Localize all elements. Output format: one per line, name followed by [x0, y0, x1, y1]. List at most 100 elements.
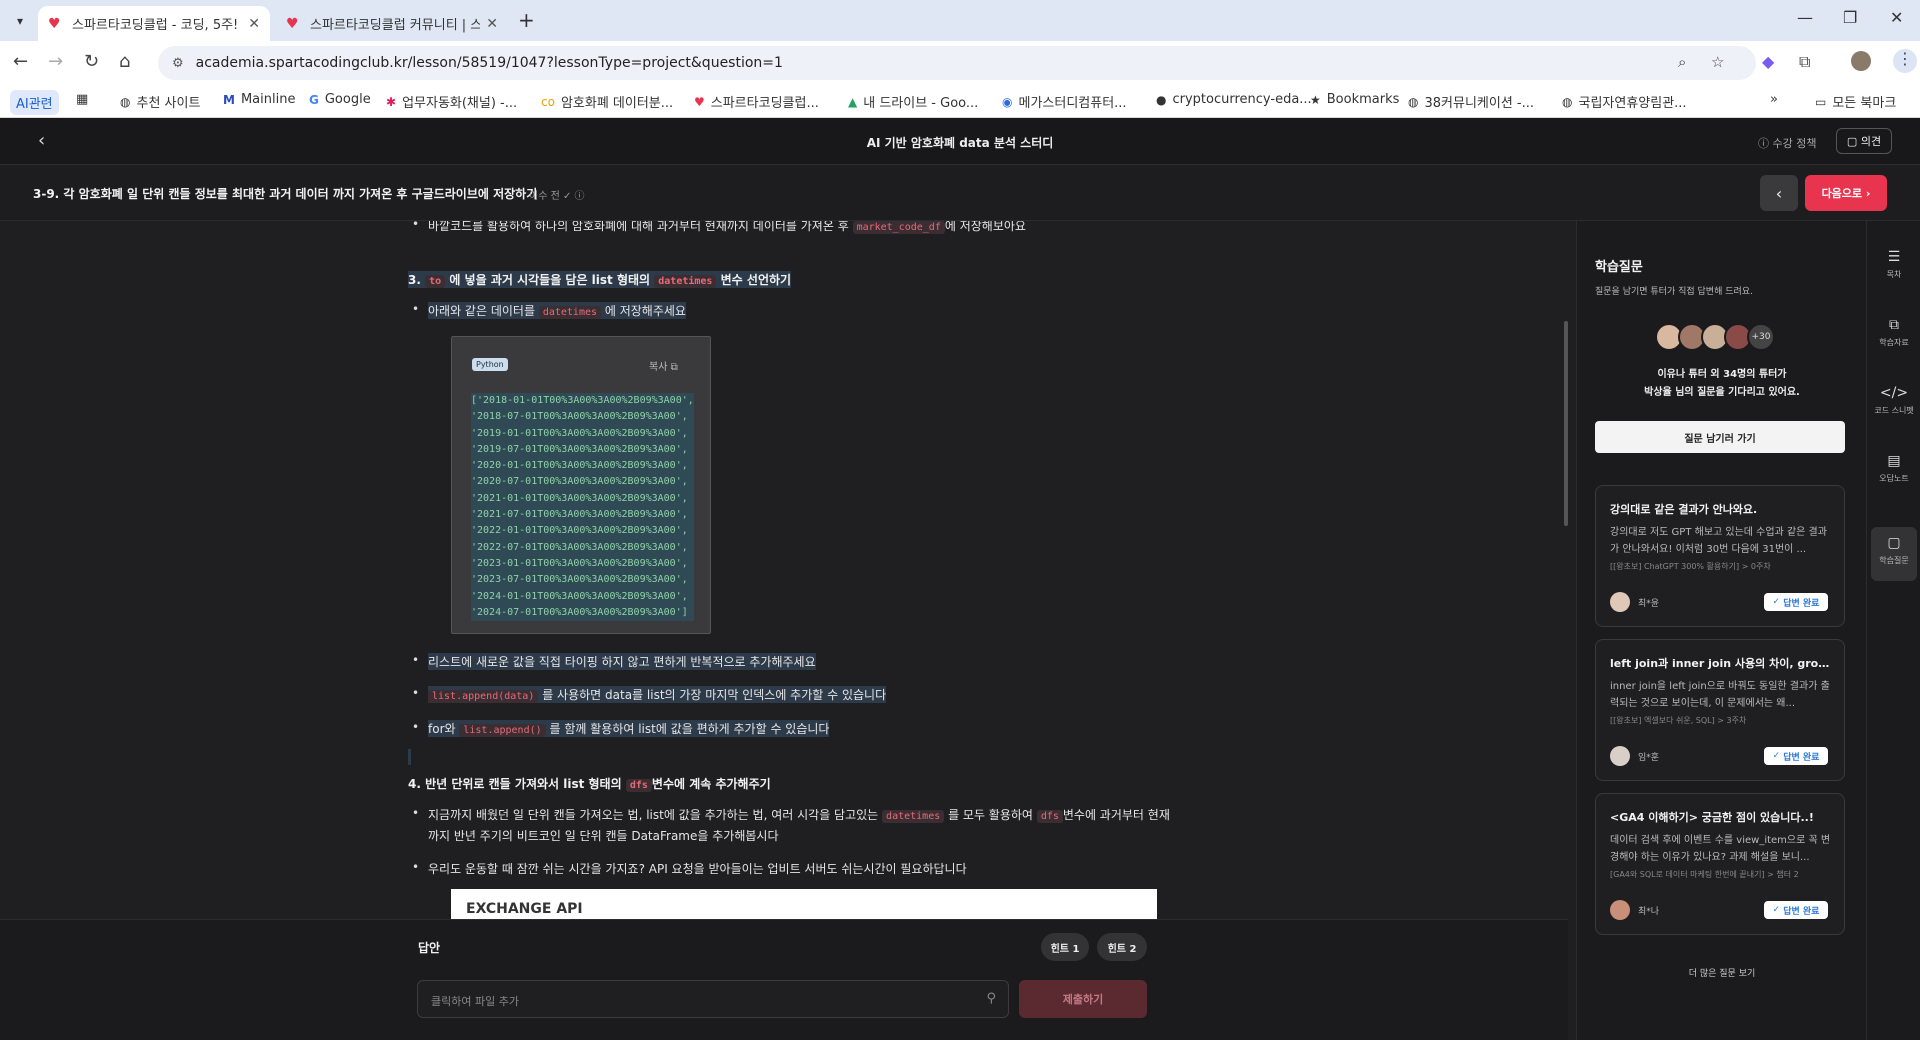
prev-lesson-button[interactable]: ‹: [1760, 175, 1798, 211]
github-icon: ●: [1156, 92, 1167, 107]
rail-item-notes[interactable]: ▤ 오답노트: [1871, 445, 1917, 499]
list-item: 아래와 같은 데이터를 datetimes 에 저장해주세요: [412, 302, 686, 319]
back-arrow-icon[interactable]: ←: [13, 51, 28, 72]
status-label: 답변 완료: [1783, 752, 1820, 763]
restore-icon[interactable]: ❐: [1843, 8, 1857, 27]
home-icon[interactable]: ⌂: [119, 51, 130, 72]
next-lesson-button[interactable]: 다음으로 ›: [1805, 175, 1887, 211]
tab-search-icon[interactable]: ▾: [8, 9, 32, 33]
rail-item-snippets[interactable]: </> 코드 스니펫: [1871, 377, 1917, 431]
code-line: '2023-01-01T00%3A00%3A00%2B09%3A00',: [471, 555, 694, 573]
globe-icon: ◍: [1408, 94, 1419, 109]
ask-question-button[interactable]: 질문 남기러 가기: [1595, 421, 1845, 453]
status-label: 이수 전: [529, 191, 560, 202]
tab-community[interactable]: ♥ 스파르타코딩클럽 커뮤니티 | 스 ✕: [276, 6, 508, 41]
code-icon: </>: [1879, 385, 1909, 401]
list-item: list.append(data) 를 사용하면 data를 list의 가장 …: [412, 686, 887, 703]
question-course: [[왕초보] ChatGPT 300% 활용하기] > 0주차: [1610, 562, 1771, 571]
list-item: 리스트에 새로운 값을 직접 타이핑 하지 않고 편하게 반복적으로 추가해주세…: [412, 653, 816, 670]
more-tutors-count: +30: [1747, 323, 1775, 351]
bookmark-label: 스파르타코딩클럽...: [710, 96, 819, 111]
bookmark-forest[interactable]: ◍ 국립자연휴양림관...: [1562, 92, 1687, 112]
close-icon[interactable]: ✕: [248, 16, 260, 32]
chevron-left-icon: ‹: [1775, 183, 1783, 203]
bookmark-label: cryptocurrency-eda...: [1172, 92, 1312, 107]
bookmark-recommended[interactable]: ◍ 추천 사이트: [120, 92, 200, 112]
minimize-icon[interactable]: —: [1797, 8, 1813, 27]
window-close-icon[interactable]: ✕: [1890, 8, 1903, 27]
rail-item-toc[interactable]: ☰ 목차: [1871, 241, 1917, 295]
answered-badge: ✓ 답변 완료: [1764, 901, 1828, 919]
content-scrollbar[interactable]: [1563, 221, 1569, 923]
inline-code: datetimes: [654, 275, 717, 288]
profile-avatar[interactable]: [1851, 51, 1871, 71]
code-line: ['2018-01-01T00%3A00%3A00%2B09%3A00',: [471, 393, 694, 410]
bookmark-automation[interactable]: ✱ 업무자동화(채널) -...: [386, 92, 518, 112]
extensions-puzzle-icon[interactable]: ⧉: [1799, 52, 1810, 72]
text: 리스트에 새로운 값을 직접 타이핑 하지 않고 편하게 반복적으로 추가해주세…: [428, 655, 816, 669]
code-line: '2023-07-01T00%3A00%3A00%2B09%3A00',: [471, 572, 694, 589]
text: 아래와 같은 데이터를: [428, 304, 535, 318]
bookmark-crypto-analysis[interactable]: co 암호화폐 데이터분...: [541, 92, 673, 112]
bookmark-drive[interactable]: ▲ 내 드라이브 - Goo...: [848, 92, 978, 112]
status-label: 답변 완료: [1783, 906, 1820, 917]
zoom-icon[interactable]: ⌕: [1678, 53, 1686, 71]
question-card[interactable]: <GA4 이해하기> 궁금한 점이 있습니다..! 데이터 검색 후에 이벤트 …: [1595, 793, 1845, 935]
bookmark-label: 모든 북마크: [1832, 96, 1897, 111]
rail-item-materials[interactable]: ⧉ 학습자료: [1871, 309, 1917, 363]
rail-item-questions[interactable]: ▢ 학습질문: [1871, 527, 1917, 581]
image-title: EXCHANGE API: [466, 901, 583, 917]
bookmark-google[interactable]: G Google: [309, 92, 371, 107]
scrollbar-thumb[interactable]: [1564, 321, 1568, 526]
slack-icon: ✱: [386, 94, 397, 109]
bookmark-sparta[interactable]: ♥ 스파르타코딩클럽...: [694, 92, 819, 112]
policy-link[interactable]: ⓘ 수강 정책: [1758, 135, 1816, 151]
file-upload-input[interactable]: 클릭하여 파일 추가 ⚲: [417, 980, 1009, 1018]
site-info-icon[interactable]: ⚙: [172, 56, 184, 71]
menu-dots-icon[interactable]: ⋮: [1893, 49, 1917, 73]
bookmark-star-icon[interactable]: ☆: [1711, 53, 1724, 71]
bookmark-ai[interactable]: AI관련: [10, 90, 59, 115]
question-body: 데이터 검색 후에 이벤트 수를 view_item으로 꼭 변경해야 하는 이…: [1610, 835, 1831, 863]
drive-icon: ▲: [848, 94, 858, 109]
extension-icon[interactable]: ◆: [1762, 52, 1774, 71]
question-body: inner join을 left join으로 바꿔도 동일한 결과가 출력되는…: [1610, 681, 1830, 709]
inline-code: market_code_df: [852, 221, 945, 234]
rail-label: 목차: [1886, 270, 1902, 279]
lesson-bar: 3-9. 각 암호화폐 일 단위 캔들 정보를 최대한 과거 데이터 까지 가져…: [0, 165, 1920, 221]
apps-grid-icon[interactable]: ▦: [76, 92, 88, 107]
question-card[interactable]: 강의대로 같은 결과가 안나와요. 강의대로 저도 GPT 해보고 있는데 수업…: [1595, 485, 1845, 627]
hint-1-button[interactable]: 힌트 1: [1041, 933, 1089, 961]
text: 4. 반년 단위로 캔들 가져와서 list 형태의: [408, 777, 622, 791]
bookmark-bookmarks[interactable]: ★ Bookmarks: [1310, 92, 1399, 107]
text: 에 저장해주세요: [604, 304, 686, 318]
url-text: academia.spartacodingclub.kr/lesson/5851…: [195, 55, 783, 71]
all-bookmarks[interactable]: ▭ 모든 북마크: [1815, 92, 1897, 112]
bookmark-mainline[interactable]: M Mainline: [223, 92, 295, 107]
bookmark-label: 업무자동화(채널) -...: [402, 96, 518, 111]
bookmark-38comm[interactable]: ◍ 38커뮤니케이션 -...: [1408, 92, 1534, 112]
paperclip-icon: ⚲: [986, 991, 996, 1006]
question-card[interactable]: left join과 inner join 사용의 차이, group... i…: [1595, 639, 1845, 781]
avatar: [1610, 746, 1630, 766]
hint-2-button[interactable]: 힌트 2: [1097, 933, 1147, 961]
bookmark-label: Mainline: [240, 92, 296, 107]
message-icon: ▢: [1846, 134, 1858, 148]
code-language-badge: Python: [472, 358, 508, 371]
forward-arrow-icon[interactable]: →: [48, 51, 63, 72]
new-tab-icon[interactable]: +: [518, 8, 535, 32]
text: for와: [428, 722, 456, 736]
bookmark-megastudy[interactable]: ◉ 메가스터디컴퓨터...: [1002, 92, 1127, 112]
opinion-button[interactable]: ▢ 의견: [1836, 128, 1892, 154]
more-questions-link[interactable]: 더 많은 질문 보기: [1577, 966, 1867, 979]
bookmark-github[interactable]: ● cryptocurrency-eda...: [1156, 92, 1312, 107]
bookmarks-bar: AI관련 ▦ ◍ 추천 사이트 M Mainline G Google ✱ 업무자동화(…: [0, 84, 1920, 118]
submit-button[interactable]: 제출하기: [1019, 980, 1147, 1018]
tab-spartacodingclub[interactable]: ♥ 스파르타코딩클럽 - 코딩, 5주! ✕: [38, 6, 270, 41]
url-input[interactable]: ⚙ academia.spartacodingclub.kr/lesson/58…: [158, 46, 1756, 80]
reload-icon[interactable]: ↻: [84, 51, 99, 72]
copy-button[interactable]: 복사 ⧉: [649, 358, 678, 373]
more-bookmarks-icon[interactable]: »: [1770, 92, 1778, 107]
close-icon[interactable]: ✕: [486, 16, 498, 32]
question-title: left join과 inner join 사용의 차이, group...: [1610, 657, 1834, 670]
